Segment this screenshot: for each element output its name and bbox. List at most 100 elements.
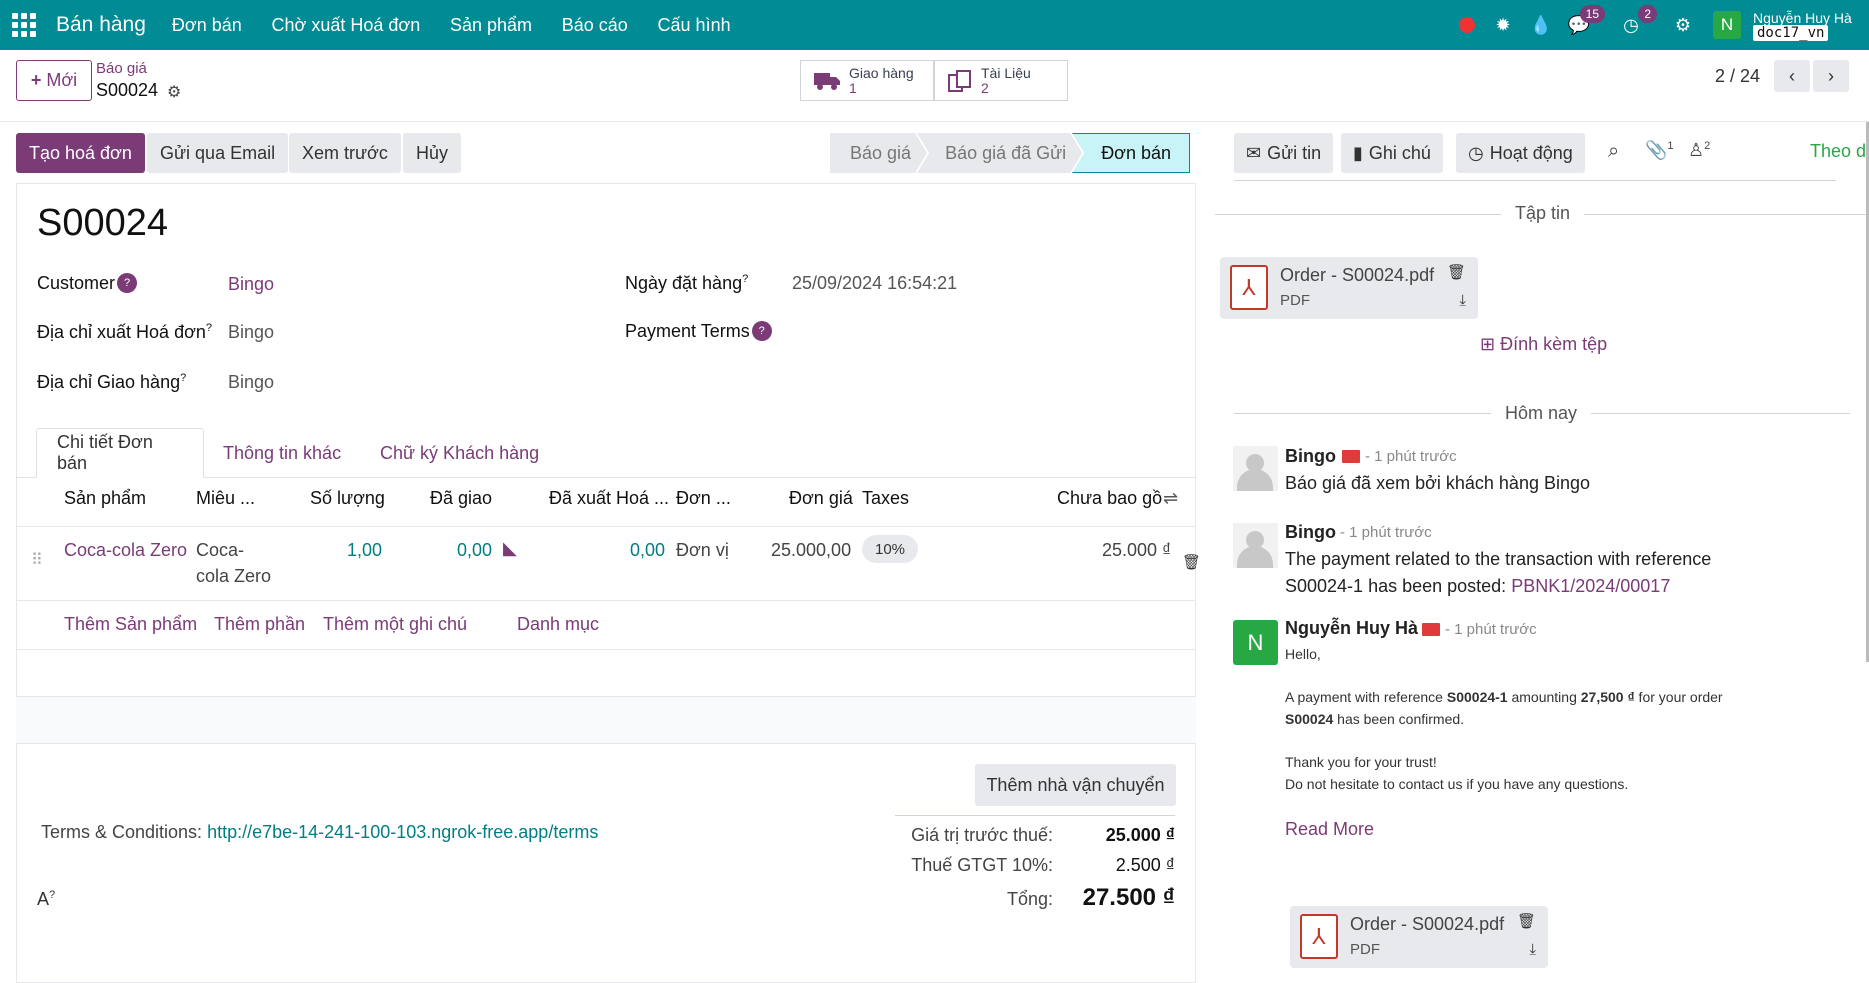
activity-clock-icon[interactable]: ◷ 2 bbox=[1617, 5, 1657, 39]
col-subtotal[interactable]: Chưa bao gồ bbox=[1057, 488, 1162, 509]
menu-configuration[interactable]: Cấu hình bbox=[658, 15, 731, 35]
delivery-address-field[interactable]: Bingo bbox=[228, 372, 274, 393]
activities-button[interactable]: ◷ Hoạt động bbox=[1456, 133, 1585, 173]
user-avatar[interactable]: N bbox=[1713, 11, 1741, 39]
col-product[interactable]: Sản phẩm bbox=[64, 488, 146, 509]
col-invoiced[interactable]: Đã xuất Hoá ... bbox=[549, 488, 669, 509]
create-invoice-button[interactable]: Tạo hoá đơn bbox=[16, 133, 145, 173]
record-indicator-icon[interactable] bbox=[1459, 17, 1475, 33]
bug-icon[interactable]: ✹ bbox=[1489, 11, 1517, 39]
follow-button[interactable]: Theo dõ bbox=[1810, 141, 1869, 162]
help-icon[interactable]: ? bbox=[117, 273, 138, 293]
add-note-link[interactable]: Thêm một ghi chú bbox=[323, 614, 467, 635]
untaxed-amount: 25.000 ₫ bbox=[1105, 825, 1175, 845]
catalog-link[interactable]: Danh mục bbox=[517, 614, 599, 635]
email-icon bbox=[1342, 450, 1360, 463]
pager-previous-button[interactable]: ‹ bbox=[1774, 60, 1810, 92]
line-description-2[interactable]: cola Zero bbox=[196, 566, 271, 587]
col-quantity[interactable]: Số lượng bbox=[310, 488, 385, 509]
line-invoiced[interactable]: 0,00 bbox=[630, 540, 665, 561]
record-gear-icon[interactable]: ⚙ bbox=[167, 82, 181, 102]
author-avatar[interactable] bbox=[1233, 446, 1278, 491]
followers-icon[interactable]: ♙2 bbox=[1688, 140, 1710, 161]
customer-field[interactable]: Bingo bbox=[228, 274, 274, 295]
status-stages: Báo giá Báo giá đã Gửi Đơn bán bbox=[830, 133, 1191, 173]
terms-conditions: Terms & Conditions: http://e7be-14-241-1… bbox=[41, 822, 599, 842]
line-description-1[interactable]: Coca- bbox=[196, 540, 244, 561]
form-tabs: Chi tiết Đơn bán Thông tin khác Chữ ký K… bbox=[16, 428, 1196, 478]
untaxed-label: Giá trị trước thuế: bbox=[911, 825, 1053, 845]
attach-files-link[interactable]: ⊞ Đính kèm tệp bbox=[1480, 334, 1607, 355]
stage-sales-order[interactable]: Đơn bán bbox=[1072, 133, 1191, 173]
line-delivered[interactable]: 0,00 bbox=[457, 540, 492, 561]
clock-icon: ◷ bbox=[1468, 142, 1484, 163]
col-description[interactable]: Miêu ... bbox=[196, 488, 255, 509]
pager-next-button[interactable]: › bbox=[1813, 60, 1849, 92]
smart-button-documents[interactable]: Tài Liệu 2 bbox=[934, 60, 1068, 101]
col-taxes[interactable]: Taxes bbox=[862, 488, 909, 509]
read-more-link[interactable]: Read More bbox=[1285, 816, 1374, 843]
settings-gears-icon[interactable]: ⚙ bbox=[1669, 11, 1697, 39]
author-avatar[interactable] bbox=[1233, 523, 1278, 568]
breadcrumb-current: S00024 bbox=[96, 80, 159, 100]
message-author[interactable]: Nguyễn Huy Hà bbox=[1285, 618, 1418, 639]
column-settings-icon[interactable]: ⇌ bbox=[1163, 488, 1178, 509]
payment-link[interactable]: PBNK1/2024/00017 bbox=[1511, 576, 1670, 596]
col-delivered[interactable]: Đã giao bbox=[430, 488, 492, 509]
attachments-count: 1 bbox=[1667, 140, 1674, 152]
line-quantity[interactable]: 1,00 bbox=[347, 540, 382, 561]
download-icon[interactable]: ⤓ bbox=[1459, 292, 1466, 309]
drop-icon[interactable]: 💧 bbox=[1527, 11, 1555, 39]
menu-to-invoice[interactable]: Chờ xuất Hoá đơn bbox=[272, 15, 421, 35]
messages-icon[interactable]: 💬 15 bbox=[1565, 5, 1605, 39]
menu-orders[interactable]: Đơn bán bbox=[172, 15, 242, 35]
line-unit-price[interactable]: 25.000,00 bbox=[771, 540, 851, 561]
stage-quotation-sent[interactable]: Báo giá đã Gửi bbox=[917, 133, 1082, 173]
delete-icon[interactable]: 🗑 bbox=[1447, 263, 1466, 281]
add-shipping-button[interactable]: Thêm nhà vận chuyển bbox=[975, 764, 1176, 806]
send-email-button[interactable]: Gửi qua Email bbox=[147, 133, 289, 173]
tab-other-info[interactable]: Thông tin khác bbox=[203, 428, 361, 478]
user-menu[interactable]: Nguyễn Huy Hà doc17_vn bbox=[1753, 11, 1869, 41]
message-author[interactable]: Bingo bbox=[1285, 446, 1336, 467]
help-icon[interactable]: ? bbox=[751, 321, 772, 341]
trash-icon[interactable]: 🗑 bbox=[1182, 553, 1201, 571]
cancel-button[interactable]: Hủy bbox=[403, 133, 462, 173]
breadcrumb-parent[interactable]: Báo giá bbox=[96, 60, 147, 77]
smart-button-delivery[interactable]: Giao hàng 1 bbox=[800, 60, 934, 101]
author-avatar[interactable]: N bbox=[1233, 620, 1278, 665]
search-icon[interactable]: ⌕ bbox=[1608, 140, 1619, 163]
col-unit-price[interactable]: Đơn giá bbox=[789, 488, 853, 509]
download-icon[interactable]: ⤓ bbox=[1529, 941, 1536, 958]
app-menu-icon[interactable] bbox=[12, 13, 36, 37]
add-product-link[interactable]: Thêm Sản phẩm bbox=[64, 614, 197, 635]
menu-reporting[interactable]: Báo cáo bbox=[562, 15, 628, 35]
drag-handle-icon[interactable]: ⠿ bbox=[31, 550, 43, 570]
forecast-chart-icon[interactable]: ◣ bbox=[503, 538, 517, 559]
order-date-field[interactable]: 25/09/2024 16:54:21 bbox=[792, 273, 957, 294]
menu-products[interactable]: Sản phẩm bbox=[450, 15, 532, 35]
message-time: - 1 phút trước bbox=[1340, 524, 1432, 541]
col-uom[interactable]: Đơn ... bbox=[676, 488, 731, 509]
app-brand[interactable]: Bán hàng bbox=[56, 13, 146, 37]
header-divider bbox=[16, 526, 1196, 527]
paperclip-icon[interactable]: 📎1 bbox=[1645, 140, 1674, 161]
tab-customer-signature[interactable]: Chữ ký Khách hàng bbox=[360, 428, 559, 478]
preview-button[interactable]: Xem trước bbox=[289, 133, 401, 173]
new-button[interactable]: + Mới bbox=[16, 60, 92, 101]
message-author[interactable]: Bingo bbox=[1285, 522, 1336, 543]
send-message-button[interactable]: ✉ Gửi tin bbox=[1234, 133, 1334, 173]
log-note-button[interactable]: ▮ Ghi chú bbox=[1341, 133, 1443, 173]
stage-quotation[interactable]: Báo giá bbox=[830, 133, 927, 173]
line-uom[interactable]: Đơn vị bbox=[676, 540, 729, 561]
pager-value[interactable]: 2 / 24 bbox=[1715, 66, 1760, 87]
attachment-card[interactable]: ⅄ Order - S00024.pdf PDF 🗑 ⤓ bbox=[1220, 257, 1478, 319]
terms-link[interactable]: http://e7be-14-241-100-103.ngrok-free.ap… bbox=[207, 822, 598, 842]
message-attachment-card[interactable]: ⅄ Order - S00024.pdf PDF 🗑 ⤓ bbox=[1290, 906, 1548, 968]
delete-icon[interactable]: 🗑 bbox=[1517, 912, 1536, 930]
line-product[interactable]: Coca-cola Zero bbox=[64, 540, 187, 561]
invoice-address-field[interactable]: Bingo bbox=[228, 322, 274, 343]
line-tax-badge[interactable]: 10% bbox=[862, 535, 918, 563]
tab-order-lines[interactable]: Chi tiết Đơn bán bbox=[36, 428, 204, 478]
add-section-link[interactable]: Thêm phần bbox=[214, 614, 305, 635]
